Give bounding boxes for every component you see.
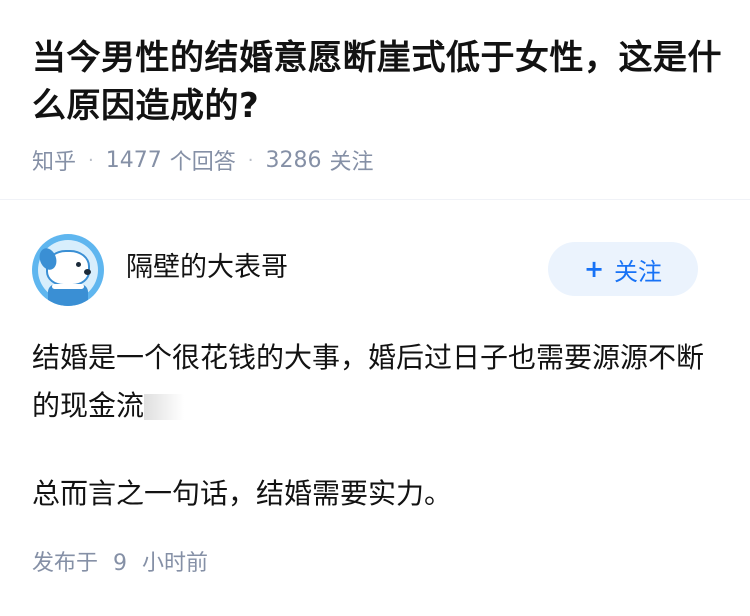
answer-count-label: 个回答	[169, 150, 236, 175]
separator-dot: ·	[88, 149, 94, 171]
answer-paragraph: 总而言之一句话，结婚需要实力。	[32, 477, 453, 510]
publish-number: 9	[113, 551, 128, 576]
dog-avatar-icon[interactable]	[32, 234, 104, 306]
publish-prefix: 发布于	[32, 551, 99, 576]
publish-time: 发布于 9 小时前	[32, 548, 208, 580]
question-header: 当今男性的结婚意愿断崖式低于女性，这是什么原因造成的? 知乎 · 1477 个回…	[0, 0, 750, 200]
answer-card: 隔壁的大表哥 + 关注 结婚是一个很花钱的大事，婚后过日子也需要源源不断的现金流…	[0, 200, 750, 616]
fade-overlay	[144, 394, 185, 420]
source-label[interactable]: 知乎	[32, 144, 76, 176]
question-title[interactable]: 当今男性的结婚意愿断崖式低于女性，这是什么原因造成的?	[32, 34, 722, 130]
answer-content[interactable]: 结婚是一个很花钱的大事，婚后过日子也需要源源不断的现金流 总而言之一句话，结婚需…	[32, 334, 722, 518]
avatar-dog-collar	[52, 284, 84, 289]
author-row: 隔壁的大表哥 + 关注	[32, 232, 722, 306]
follower-count-label: 关注	[329, 150, 374, 175]
separator-dot: ·	[247, 149, 254, 171]
plus-icon: +	[583, 255, 605, 283]
follower-count: 3286	[265, 147, 322, 173]
author-name[interactable]: 隔壁的大表哥	[126, 248, 288, 288]
question-meta: 知乎 · 1477 个回答 · 3286 关注	[32, 144, 374, 176]
answer-paragraph-text: 结婚是一个很花钱的大事，婚后过日子也需要源源不断的现金流	[32, 341, 705, 422]
answer-paragraph: 结婚是一个很花钱的大事，婚后过日子也需要源源不断的现金流	[32, 334, 722, 430]
follow-button-label: 关注	[614, 257, 663, 286]
follow-button[interactable]: + 关注	[548, 242, 698, 296]
avatar-dog-eye	[76, 262, 81, 267]
publish-suffix: 小时前	[142, 551, 209, 576]
avatar-dog-nose	[84, 269, 91, 275]
answer-count: 1477	[105, 147, 162, 173]
